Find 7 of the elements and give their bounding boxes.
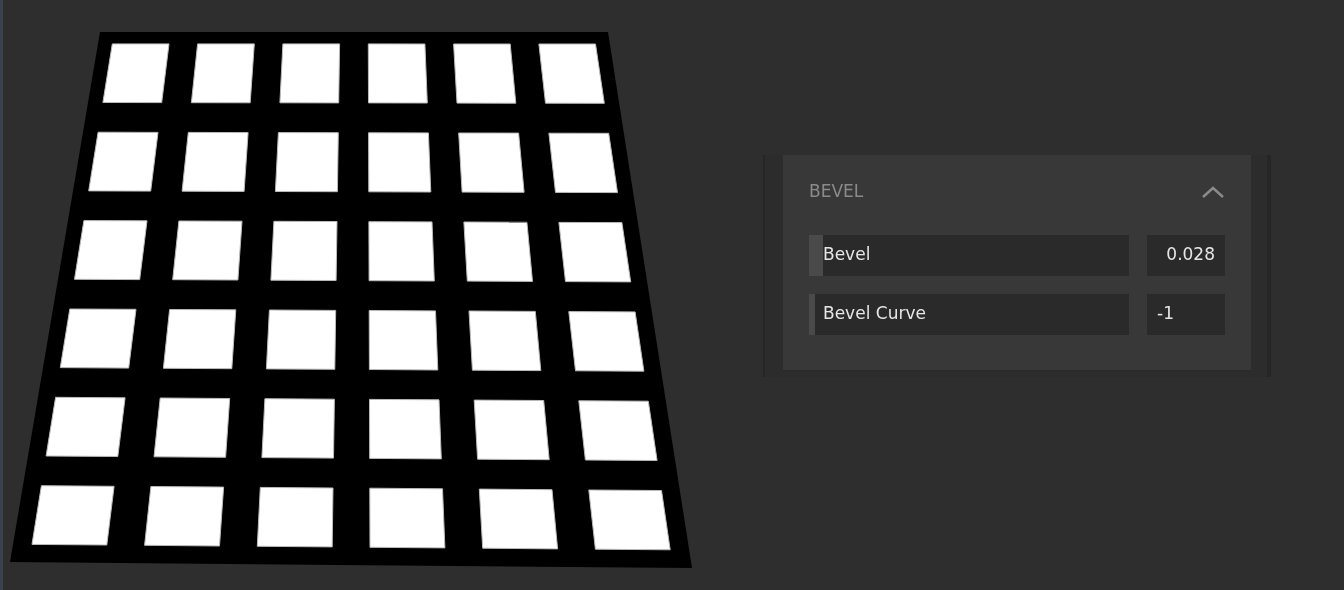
value-field[interactable]: 0.028 <box>1147 234 1225 276</box>
slider-label: Bevel <box>823 243 871 267</box>
section-title: BEVEL <box>809 180 864 203</box>
value-field[interactable]: -1 <box>1147 293 1225 335</box>
slider-field[interactable]: Bevel <box>809 234 1129 276</box>
slider-field[interactable]: Bevel Curve <box>809 293 1129 335</box>
slider-label: Bevel Curve <box>823 302 926 326</box>
